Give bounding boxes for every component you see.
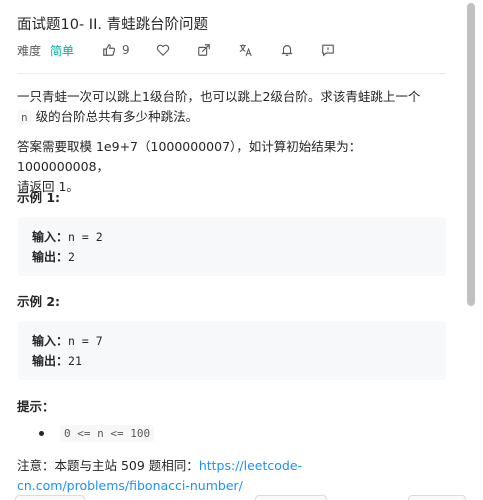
difficulty-value: 简单	[50, 43, 75, 58]
bottom-tab[interactable]	[408, 495, 466, 500]
output-label: 输出：	[32, 250, 69, 264]
translate-icon	[239, 44, 252, 57]
hints-heading: 提示：	[17, 399, 55, 414]
favorite-button[interactable]	[156, 43, 170, 57]
feedback-button[interactable]	[321, 43, 335, 57]
example-1-code-block: 输入：n = 2 输出：2	[18, 217, 446, 276]
bell-icon	[280, 45, 293, 56]
description-paragraph-1: 一只青蛙一次可以跳上1级台阶，也可以跳上2级台阶。求该青蛙跳上一个 n 级的台阶…	[17, 87, 452, 128]
note-prefix: 注意：本题与主站 509 题相同：	[17, 458, 199, 473]
like-button[interactable]: 9	[102, 43, 130, 57]
bullet-dot	[39, 431, 44, 436]
bottom-tab[interactable]	[255, 495, 327, 500]
input-value: n = 7	[68, 334, 103, 348]
description-text: 一只青蛙一次可以跳上1级台阶，也可以跳上2级台阶。求该青蛙跳上一个	[17, 89, 421, 104]
translate-button[interactable]	[238, 43, 253, 57]
input-value: n = 2	[68, 230, 103, 244]
header-divider	[17, 73, 446, 74]
notify-button[interactable]	[280, 43, 294, 57]
difficulty-label: 难度	[17, 43, 42, 58]
hint-item: 0 <= n <= 100	[39, 425, 155, 442]
modulo-text-line1: 答案需要取模 1e9+7（1000000007），如计算初始结果为：100000…	[17, 139, 362, 174]
scrollbar-thumb[interactable]	[467, 3, 475, 306]
bottom-toolbar	[0, 495, 466, 500]
share-button[interactable]	[197, 43, 211, 57]
description-paragraph-2: 答案需要取模 1e9+7（1000000007），如计算初始结果为：100000…	[17, 137, 452, 197]
note-paragraph: 注意：本题与主站 509 题相同：https://leetcode-cn.com…	[17, 456, 447, 496]
problem-description-panel: 面试题10- II. 青蛙跳台阶问题 难度 简单 9 一只青蛙一次可以跳上1级台…	[0, 0, 466, 500]
example-2-heading: 示例 2:	[17, 294, 61, 309]
example-2-code-block: 输入：n = 7 输出：21	[18, 321, 446, 380]
inline-code: n	[17, 110, 32, 125]
like-count: 9	[122, 43, 130, 57]
input-label: 输入：	[32, 230, 69, 244]
problem-title: 面试题10- II. 青蛙跳台阶问题	[17, 17, 209, 33]
hint-code: 0 <= n <= 100	[60, 425, 155, 442]
input-label: 输入：	[32, 334, 69, 348]
output-label: 输出：	[32, 354, 69, 368]
problem-meta-bar: 难度 简单 9	[17, 41, 335, 59]
bottom-tab[interactable]	[15, 495, 85, 500]
feedback-icon	[321, 44, 334, 57]
heart-icon	[156, 44, 169, 57]
example-1-heading: 示例 1:	[17, 190, 61, 205]
output-value: 2	[68, 250, 75, 264]
thumbs-up-icon	[103, 44, 116, 56]
description-text-tail: 级的台阶总共有多少种跳法。	[35, 109, 199, 124]
share-icon	[197, 44, 210, 56]
output-value: 21	[68, 354, 82, 368]
